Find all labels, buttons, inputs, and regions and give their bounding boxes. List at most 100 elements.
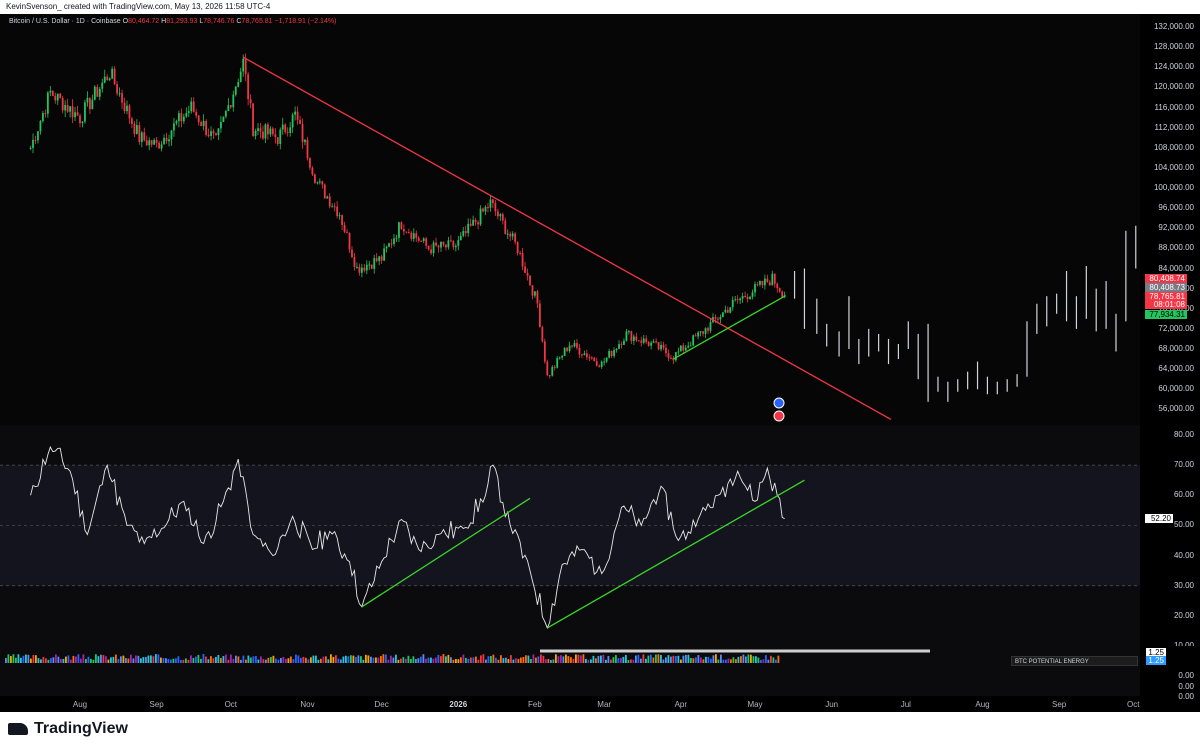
- energy-bar: [145, 657, 147, 663]
- tradingview-logo[interactable]: TradingView: [8, 720, 128, 738]
- candle-body: [313, 174, 316, 183]
- candle-body: [543, 341, 546, 362]
- candle-body: [98, 88, 101, 97]
- energy-bar: [322, 656, 325, 663]
- energy-bar: [200, 658, 202, 663]
- candle-body: [699, 331, 702, 333]
- energy-bar: [290, 656, 292, 663]
- candle-body: [368, 264, 371, 266]
- candle-body: [581, 354, 583, 356]
- candle-body: [64, 105, 67, 111]
- energy-bar: [350, 655, 352, 663]
- candle-body: [759, 280, 761, 285]
- energy-bar: [607, 655, 610, 663]
- candle-body: [123, 102, 126, 112]
- energy-bar: [307, 659, 310, 663]
- energy-bar: [517, 658, 520, 663]
- candle-body: [709, 322, 712, 331]
- candle-body: [724, 309, 727, 313]
- energy-bar: [602, 654, 605, 663]
- candle-body: [593, 357, 596, 362]
- energy-bar: [477, 659, 480, 663]
- energy-bar: [12, 654, 15, 663]
- candle-body: [430, 249, 432, 254]
- energy-bar: [100, 654, 102, 663]
- energy-bar: [77, 654, 80, 663]
- energy-bar: [135, 655, 137, 663]
- energy-bar: [317, 659, 320, 663]
- candle-body: [405, 231, 408, 233]
- candle-body: [37, 131, 39, 141]
- energy-bar: [655, 654, 657, 663]
- candle-body: [561, 355, 564, 358]
- energy-bar: [140, 658, 142, 663]
- energy-bar: [657, 654, 660, 663]
- energy-bar: [520, 657, 522, 663]
- candle-body: [445, 244, 447, 248]
- energy-bar: [507, 659, 510, 663]
- energy-bar: [577, 654, 580, 663]
- candle-body: [69, 106, 72, 112]
- candle-body: [689, 345, 692, 347]
- candle-body: [160, 144, 163, 149]
- energy-bar: [7, 654, 10, 663]
- energy-bar: [540, 654, 542, 663]
- ohlc-open: 80,464.72: [128, 18, 160, 25]
- month-tick: Feb: [528, 700, 542, 709]
- candle-body: [655, 341, 657, 343]
- energy-bar: [300, 657, 302, 663]
- energy-bar: [525, 655, 527, 663]
- energy-bar: [72, 655, 75, 663]
- energy-bar: [720, 654, 722, 663]
- energy-bar: [257, 659, 260, 663]
- candle-body: [46, 92, 49, 114]
- candle-body: [101, 82, 104, 89]
- energy-bar: [642, 654, 645, 663]
- candle-body: [736, 299, 739, 301]
- energy-bar: [50, 658, 52, 663]
- energy-bar: [737, 656, 740, 663]
- candle-body: [403, 229, 405, 232]
- candle-body: [590, 357, 593, 359]
- candle-body: [684, 347, 687, 351]
- candle-body: [558, 357, 561, 359]
- candle-body: [494, 203, 497, 212]
- candle-body: [106, 76, 109, 81]
- candle-body: [529, 275, 531, 286]
- candle-body: [276, 137, 279, 144]
- energy-bar: [105, 656, 107, 663]
- candle-body: [39, 121, 42, 132]
- candle-body: [257, 128, 259, 131]
- candle-body: [652, 341, 655, 343]
- energy-bar: [387, 659, 390, 663]
- energy-bar: [717, 659, 720, 663]
- tradingview-logo-icon: [8, 722, 28, 735]
- month-tick: Dec: [374, 700, 389, 709]
- candle-body: [751, 292, 754, 297]
- energy-bar: [612, 657, 615, 663]
- energy-bar: [97, 656, 100, 663]
- energy-bar: [615, 655, 617, 663]
- candle-body: [348, 232, 351, 250]
- energy-bar: [597, 655, 600, 663]
- chart-canvas: [0, 53, 1140, 663]
- candle-body: [227, 105, 230, 112]
- energy-bar: [465, 657, 467, 663]
- candle-body: [323, 184, 326, 199]
- price-trendline-green: [673, 295, 785, 360]
- energy-bar: [432, 658, 435, 663]
- candle-body: [86, 97, 89, 103]
- energy-bar: [127, 658, 130, 663]
- candle-body: [761, 280, 764, 286]
- candle-body: [427, 245, 430, 250]
- energy-bar: [390, 655, 392, 663]
- energy-bar: [372, 657, 375, 663]
- energy-bar: [582, 654, 585, 663]
- energy-bar: [760, 659, 762, 663]
- candle-body: [538, 303, 541, 328]
- energy-bar: [415, 658, 417, 663]
- price-tag: 80,408.74: [1145, 274, 1187, 283]
- energy-bar: [60, 658, 62, 663]
- energy-bar: [385, 654, 387, 663]
- energy-bar: [722, 659, 725, 663]
